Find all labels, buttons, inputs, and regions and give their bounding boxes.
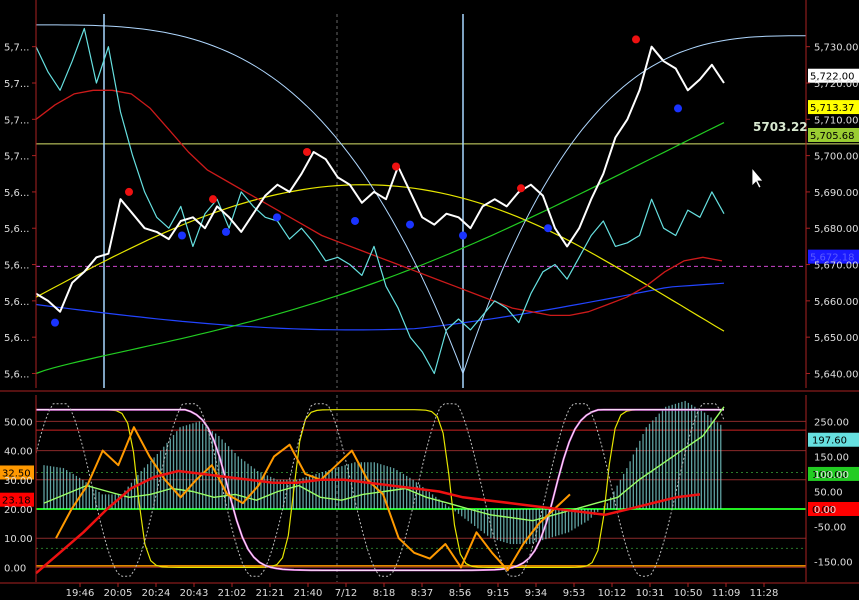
swing-high-marker <box>209 195 217 204</box>
swing-high-marker <box>517 184 525 193</box>
time-tick-label: 20:24 <box>142 588 171 599</box>
swing-low-marker <box>459 231 467 240</box>
time-tick-label: 9:34 <box>525 588 547 599</box>
osc-left-tick-label: 10.00 <box>4 534 33 545</box>
price-left-tick-label: 5,7... <box>4 152 29 163</box>
time-tick-label: 8:37 <box>411 588 433 599</box>
time-tick-label: 9:15 <box>487 588 509 599</box>
price-right-tick-label: 5,730.00 <box>814 43 859 54</box>
swing-low-marker <box>222 227 230 236</box>
time-tick-label: 20:05 <box>104 588 133 599</box>
price-right-tick-label: 5,710.00 <box>814 115 859 126</box>
price-right-tick-label: 5,690.00 <box>814 188 859 199</box>
price-right-tick-label: 5,650.00 <box>814 333 859 344</box>
price-left-tick-label: 5,7... <box>4 79 29 90</box>
swing-low-marker <box>273 213 281 222</box>
price-label: 5,713.37 <box>810 103 855 114</box>
osc-right-tick-label: 50.00 <box>814 487 843 498</box>
time-tick-label: 20:43 <box>180 588 209 599</box>
time-tick-label: 21:21 <box>256 588 285 599</box>
time-tick-label: 9:53 <box>563 588 585 599</box>
time-tick-label: 19:46 <box>66 588 95 599</box>
trading-chart[interactable]: 5,722.005,713.375,705.685,672.18 197.601… <box>0 0 859 600</box>
osc-right-tick-label: -50.00 <box>814 523 846 534</box>
time-tick-label: 8:56 <box>449 588 471 599</box>
osc-right-tick-label: 0.00 <box>814 505 836 516</box>
swing-high-marker <box>392 162 400 171</box>
horizontal-line-label: 5703.22 <box>753 120 808 134</box>
swing-high-marker <box>125 187 133 196</box>
osc-left-tick-label: 20.00 <box>4 505 33 516</box>
swing-low-marker <box>351 216 359 225</box>
price-left-tick-label: 5,6... <box>4 369 29 380</box>
price-right-tick-label: 5,700.00 <box>814 152 859 163</box>
chart-background <box>0 0 859 600</box>
time-tick-label: 11:28 <box>750 588 779 599</box>
price-right-tick-label: 5,670.00 <box>814 261 859 272</box>
price-right-tick-label: 5,640.00 <box>814 369 859 380</box>
time-tick-label: 10:50 <box>674 588 703 599</box>
price-left-tick-label: 5,6... <box>4 224 29 235</box>
osc-right-tick-label: -150.00 <box>814 558 853 569</box>
swing-low-marker <box>406 220 414 229</box>
price-right-tick-label: 5,720.00 <box>814 79 859 90</box>
swing-low-marker <box>674 104 682 113</box>
osc-right-tick-label: 100.00 <box>814 470 849 481</box>
swing-low-marker <box>178 231 186 240</box>
osc-left-tick-label: 50.00 <box>4 417 33 428</box>
swing-low-marker <box>544 224 552 233</box>
time-tick-label: 21:02 <box>218 588 247 599</box>
swing-high-marker <box>303 147 311 156</box>
osc-right-tick-label: 150.00 <box>814 452 849 463</box>
price-left-tick-label: 5,6... <box>4 188 29 199</box>
time-tick-label: 10:12 <box>598 588 627 599</box>
price-label: 5,705.68 <box>810 131 855 142</box>
price-left-tick-label: 5,6... <box>4 333 29 344</box>
price-right-tick-label: 5,680.00 <box>814 224 859 235</box>
price-left-tick-label: 5,6... <box>4 261 29 272</box>
time-tick-label: 21:40 <box>294 588 323 599</box>
osc-left-tick-label: 0.00 <box>4 563 26 574</box>
price-left-tick-label: 5,6... <box>4 297 29 308</box>
time-tick-label: 8:18 <box>373 588 395 599</box>
time-tick-label: 7/12 <box>335 588 357 599</box>
time-tick-label: 11:09 <box>712 588 741 599</box>
swing-low-marker <box>51 318 59 327</box>
osc-right-label: 197.60 <box>812 436 847 447</box>
osc-left-tick-label: 40.00 <box>4 447 33 458</box>
price-left-tick-label: 5,7... <box>4 115 29 126</box>
osc-right-tick-label: 250.00 <box>814 417 849 428</box>
price-right-tick-label: 5,660.00 <box>814 297 859 308</box>
osc-left-tick-label: 30.00 <box>4 476 33 487</box>
time-tick-label: 10:31 <box>636 588 665 599</box>
price-left-tick-label: 5,7... <box>4 43 29 54</box>
swing-high-marker <box>632 35 640 44</box>
